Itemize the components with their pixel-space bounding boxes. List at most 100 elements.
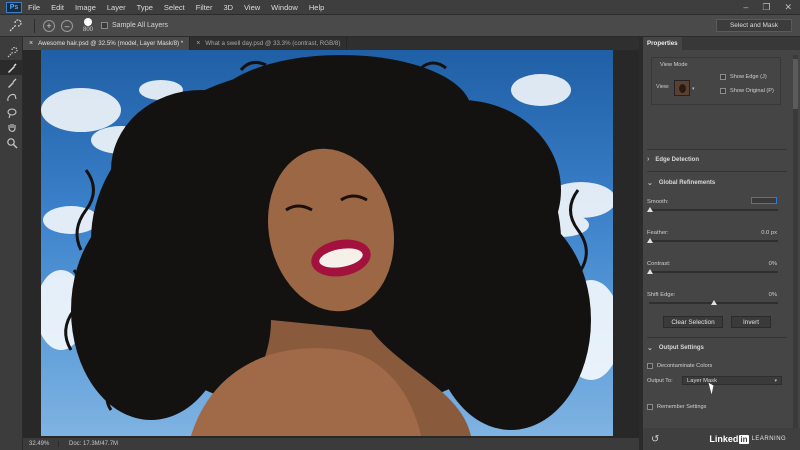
zoom-icon[interactable] — [0, 135, 23, 150]
restore-icon[interactable]: ❐ — [762, 2, 770, 13]
shift-edge-value[interactable]: 0% — [743, 292, 777, 298]
menu-bar: Ps File Edit Image Layer Type Select Fil… — [0, 0, 800, 15]
tab-close-icon[interactable]: × — [196, 40, 200, 47]
clear-selection-button[interactable]: Clear Selection — [663, 316, 723, 328]
photoshop-logo: Ps — [6, 1, 22, 13]
brush-size-picker[interactable]: 800 — [83, 18, 93, 33]
quick-selection-tool-icon[interactable] — [6, 17, 24, 35]
menu-help[interactable]: Help — [309, 3, 324, 12]
tab-properties[interactable]: Properties — [643, 37, 682, 50]
brush-size-value: 800 — [83, 27, 94, 33]
shift-edge-label: Shift Edge: — [647, 292, 676, 298]
chevron-down-icon: ⌄ — [647, 345, 653, 352]
menu-filter[interactable]: Filter — [196, 3, 213, 12]
portrait-illustration — [41, 55, 613, 436]
sample-all-layers-label: Sample All Layers — [112, 22, 169, 29]
canvas-area[interactable] — [23, 50, 639, 438]
smooth-input[interactable] — [751, 197, 777, 204]
hand-icon[interactable] — [0, 120, 23, 135]
feather-slider-handle[interactable] — [647, 238, 653, 243]
linkedin-wordmark: Linked — [709, 434, 739, 444]
options-bar: + – 800 Sample All Layers Select and Mas… — [0, 15, 800, 37]
tab-label: What a swell day.psd @ 33.3% (contrast, … — [205, 40, 341, 47]
smooth-label: Smooth: — [647, 199, 669, 205]
tab-close-icon[interactable]: × — [29, 40, 33, 47]
global-refinements-title: Global Refinements — [658, 180, 716, 186]
show-original-option[interactable]: Show Original (P) — [720, 88, 774, 94]
separator — [34, 18, 35, 33]
panel-footer: ↺ Linked in LEARNING — [643, 428, 800, 450]
quick-selection-icon[interactable] — [0, 45, 23, 60]
feather-label: Feather: — [647, 230, 669, 236]
decontaminate-option[interactable]: Decontaminate Colors — [647, 363, 712, 369]
document-image[interactable] — [41, 50, 613, 436]
global-refinements-header[interactable]: ⌄ Global Refinements — [647, 179, 715, 187]
tools-panel — [0, 37, 23, 450]
brush-icon[interactable] — [0, 75, 23, 90]
output-to-select[interactable]: Layer Mask ▾ — [682, 376, 782, 385]
invert-button[interactable]: Invert — [731, 316, 771, 328]
view-mode-thumbnail[interactable] — [674, 80, 690, 96]
decontaminate-label: Decontaminate Colors — [657, 363, 713, 369]
chevron-down-icon[interactable]: ▾ — [692, 86, 695, 92]
remember-settings-label: Remember Settings — [657, 404, 707, 410]
show-edge-option[interactable]: Show Edge (J) — [720, 74, 767, 80]
view-label: View: — [656, 84, 670, 90]
menu-file[interactable]: File — [28, 3, 40, 12]
panel-scrollbar[interactable] — [793, 55, 798, 443]
menu-3d[interactable]: 3D — [223, 3, 233, 12]
feather-slider[interactable] — [649, 240, 778, 242]
minimize-icon[interactable]: – — [743, 2, 748, 12]
tab-awesome-hair[interactable]: × Awesome hair.psd @ 32.5% (model, Layer… — [23, 37, 191, 50]
chevron-down-icon: ▾ — [774, 378, 777, 384]
close-icon[interactable]: ✕ — [784, 2, 792, 13]
edge-detection-header[interactable]: › Edge Detection — [647, 156, 699, 163]
output-to-label: Output To: — [647, 378, 673, 384]
object-selection-icon[interactable] — [0, 90, 23, 105]
sample-all-layers-option[interactable]: Sample All Layers — [101, 22, 168, 29]
learning-wordmark: LEARNING — [751, 436, 787, 442]
decontaminate-checkbox[interactable] — [647, 363, 653, 369]
remember-settings-option[interactable]: Remember Settings — [647, 404, 706, 410]
sample-all-layers-checkbox[interactable] — [101, 22, 109, 29]
reset-icon[interactable]: ↺ — [651, 434, 659, 445]
menu-view[interactable]: View — [244, 3, 260, 12]
show-original-label: Show Original (P) — [730, 88, 774, 94]
menu-layer[interactable]: Layer — [107, 3, 126, 12]
contrast-value[interactable]: 0% — [743, 261, 777, 267]
subtract-from-selection-icon[interactable]: – — [61, 19, 73, 32]
add-to-selection-icon[interactable]: + — [43, 19, 55, 32]
divider — [647, 149, 787, 150]
tab-label: Awesome hair.psd @ 32.5% (model, Layer M… — [38, 40, 184, 47]
show-edge-checkbox[interactable] — [720, 74, 726, 80]
shift-edge-slider-handle[interactable] — [711, 300, 717, 305]
zoom-level[interactable]: 32.49% — [23, 441, 59, 447]
status-bar: 32.49% Doc: 17.3M/47.7M — [23, 438, 639, 450]
menu-window[interactable]: Window — [271, 3, 298, 12]
refine-edge-brush-icon[interactable] — [0, 60, 23, 75]
properties-panel: Properties View Mode View: ▾ Show Edge (… — [643, 37, 800, 450]
output-settings-title: Output Settings — [658, 345, 704, 351]
remember-settings-checkbox[interactable] — [647, 404, 653, 410]
menu-image[interactable]: Image — [75, 3, 96, 12]
output-settings-header[interactable]: ⌄ Output Settings — [647, 344, 704, 352]
menu-edit[interactable]: Edit — [51, 3, 64, 12]
lasso-icon[interactable] — [0, 105, 23, 120]
tab-what-a-swell-day[interactable]: × What a swell day.psd @ 33.3% (contrast… — [190, 37, 348, 50]
brush-preview-icon — [84, 18, 92, 26]
scrollbar-thumb[interactable] — [793, 59, 798, 109]
document-size: Doc: 17.3M/47.7M — [69, 441, 119, 447]
contrast-slider-handle[interactable] — [647, 269, 653, 274]
select-and-mask-button[interactable]: Select and Mask — [716, 19, 792, 32]
show-edge-label: Show Edge (J) — [730, 74, 767, 80]
contrast-slider[interactable] — [649, 271, 778, 273]
linkedin-in-mark: in — [739, 434, 749, 444]
smooth-slider[interactable] — [649, 209, 778, 211]
window-controls: – ❐ ✕ — [743, 2, 792, 13]
menu-select[interactable]: Select — [164, 3, 185, 12]
toolbar-grip[interactable] — [0, 37, 22, 45]
feather-value[interactable]: 0.0 px — [743, 230, 777, 236]
menu-type[interactable]: Type — [137, 3, 153, 12]
smooth-slider-handle[interactable] — [647, 207, 653, 212]
show-original-checkbox[interactable] — [720, 88, 726, 94]
